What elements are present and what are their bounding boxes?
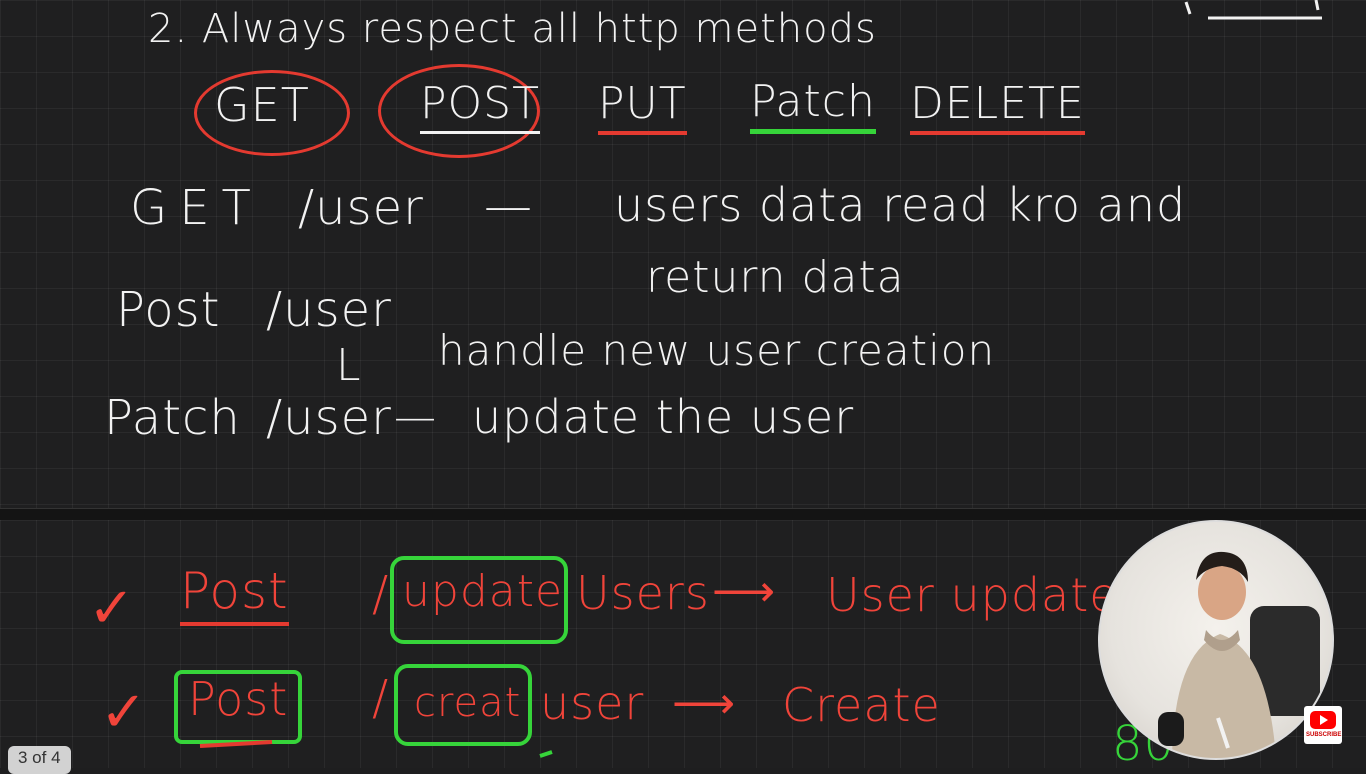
webcam-overlay bbox=[1098, 520, 1334, 760]
whiteboard-top: 2. Always respect all http methods GET P… bbox=[0, 0, 1366, 508]
board-divider bbox=[0, 508, 1366, 520]
corner-underline bbox=[1184, 0, 1322, 20]
page-indicator: 3 of 4 bbox=[8, 746, 71, 774]
presenter-icon bbox=[1158, 551, 1320, 758]
youtube-subscribe-badge[interactable]: SUBSCRIBE bbox=[1304, 706, 1342, 744]
subscribe-label: SUBSCRIBE bbox=[1306, 732, 1342, 738]
youtube-icon bbox=[1310, 711, 1336, 729]
